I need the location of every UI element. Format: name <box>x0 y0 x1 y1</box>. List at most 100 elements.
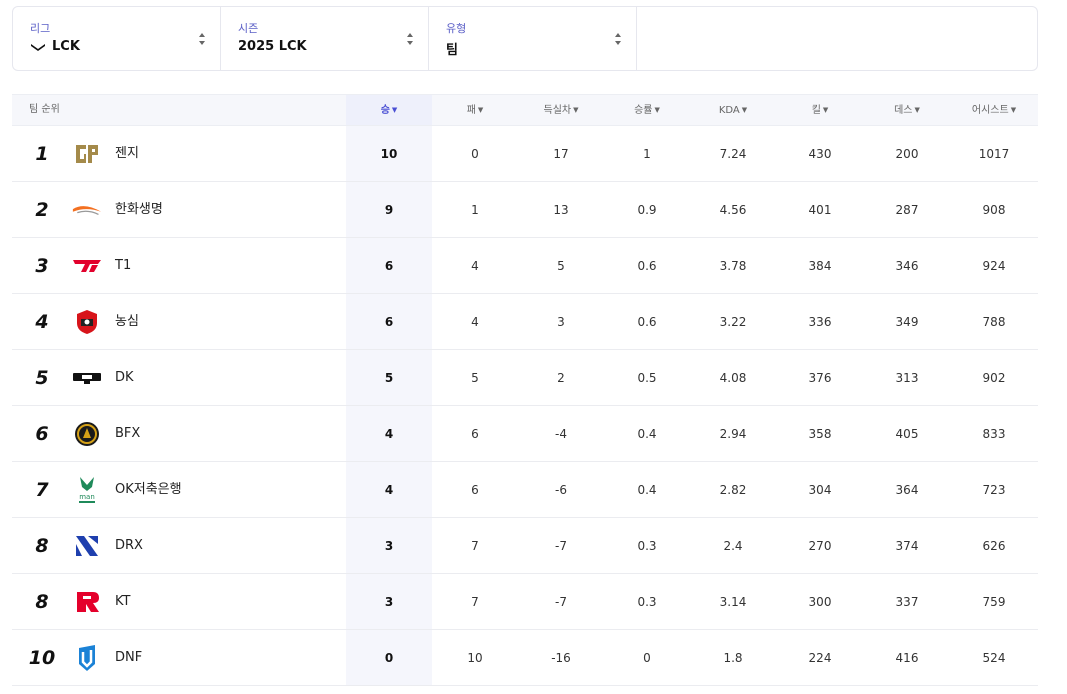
cell-diff: 2 <box>557 371 565 385</box>
cell-deaths: 346 <box>895 259 919 273</box>
team-logo-geng-icon <box>72 126 102 182</box>
table-row[interactable]: 4 농심 6 4 3 0.6 3.22 336 349 788 <box>12 294 1038 350</box>
cell-loss: 6 <box>471 427 479 441</box>
rank-number: 1 <box>35 143 49 165</box>
cell-winrate: 1 <box>643 147 651 161</box>
column-label: KDA <box>718 105 740 116</box>
cell-deaths: 313 <box>895 371 919 385</box>
table-row[interactable]: 8 KT 3 7 -7 0.3 3.14 300 337 759 <box>12 574 1038 630</box>
team-name[interactable]: DNF <box>115 630 142 686</box>
team-name[interactable]: T1 <box>115 238 131 294</box>
table-row[interactable]: 7 man OK저축은행 4 6 -6 0.4 2.82 304 364 723 <box>12 462 1038 518</box>
league-value-text: LCK <box>52 39 80 54</box>
cell-winrate: 0.6 <box>637 315 657 329</box>
table-row[interactable]: 5 DK 5 5 2 0.5 4.08 376 313 902 <box>12 350 1038 406</box>
table-row[interactable]: 3 T1 6 4 5 0.6 3.78 384 346 924 <box>12 238 1038 294</box>
cell-win: 3 <box>384 595 394 609</box>
cell-kda: 3.14 <box>719 595 747 609</box>
cell-deaths: 405 <box>895 427 919 441</box>
cell-win: 6 <box>384 259 394 273</box>
cell-kills: 376 <box>808 371 832 385</box>
rank-number: 8 <box>35 535 49 557</box>
team-name[interactable]: OK저축은행 <box>115 462 182 518</box>
team-name[interactable]: KT <box>115 574 130 630</box>
cell-deaths: 287 <box>895 203 919 217</box>
cell-kills: 384 <box>808 259 832 273</box>
cell-kills: 358 <box>808 427 832 441</box>
cell-win: 3 <box>384 539 394 553</box>
column-header-deaths[interactable]: 데스 ▼ <box>864 95 950 125</box>
team-name[interactable]: DRX <box>115 518 143 574</box>
cell-assists: 902 <box>982 371 1006 385</box>
cell-winrate: 0.3 <box>637 539 657 553</box>
filter-bar: 리그 LCK 시즌 2025 LCK 유형 팀 <box>12 6 1038 71</box>
cell-kills: 270 <box>808 539 832 553</box>
cell-diff: -7 <box>555 595 567 609</box>
column-header-kills[interactable]: 킬 ▼ <box>776 95 864 125</box>
cell-diff: -4 <box>555 427 567 441</box>
cell-winrate: 0 <box>643 651 651 665</box>
column-header-diff[interactable]: 득실차 ▼ <box>518 95 604 125</box>
team-logo-t1-icon <box>72 238 102 294</box>
table-row[interactable]: 10 DNF 0 10 -16 0 1.8 224 416 524 <box>12 630 1038 686</box>
cell-winrate: 0.6 <box>637 259 657 273</box>
rank-number: 3 <box>35 255 49 277</box>
cell-winrate: 0.5 <box>637 371 657 385</box>
team-name[interactable]: 한화생명 <box>115 182 163 238</box>
team-logo-dk-icon <box>72 350 102 406</box>
season-label: 시즌 <box>238 22 259 35</box>
sort-caret-icon: ▼ <box>573 106 579 114</box>
cell-assists: 788 <box>982 315 1006 329</box>
cell-assists: 759 <box>982 595 1006 609</box>
rank-number: 7 <box>35 479 49 501</box>
cell-kills: 401 <box>808 203 832 217</box>
table-row[interactable]: 8 DRX 3 7 -7 0.3 2.4 270 374 626 <box>12 518 1038 574</box>
column-label: 패 <box>466 105 476 116</box>
cell-kills: 224 <box>808 651 832 665</box>
team-logo-ns-icon <box>72 294 102 350</box>
cell-kills: 430 <box>808 147 832 161</box>
sort-caret-icon: ▼ <box>391 106 398 114</box>
team-name[interactable]: BFX <box>115 406 140 462</box>
column-header-loss[interactable]: 패 ▼ <box>432 95 518 125</box>
cell-loss: 4 <box>471 259 479 273</box>
sort-caret-icon: ▼ <box>477 106 484 114</box>
table-body: 1 젠지 10 0 17 1 7.24 430 200 1017 2 한화생명 9 1 13 0.9 4.56 4… <box>12 126 1038 686</box>
rank-header: 팀 순위 <box>29 104 60 115</box>
table-row[interactable]: 1 젠지 10 0 17 1 7.24 430 200 1017 <box>12 126 1038 182</box>
type-label: 유형 <box>446 22 467 35</box>
rank-number: 2 <box>35 199 49 221</box>
season-select[interactable]: 시즌 2025 LCK <box>221 7 429 70</box>
league-value: LCK <box>30 39 80 54</box>
team-logo-kt-icon <box>72 574 102 630</box>
cell-winrate: 0.4 <box>637 427 657 441</box>
type-select[interactable]: 유형 팀 <box>429 7 637 70</box>
cell-assists: 908 <box>982 203 1006 217</box>
sort-updown-icon <box>407 33 413 45</box>
cell-assists: 626 <box>982 539 1006 553</box>
cell-deaths: 416 <box>895 651 919 665</box>
league-select[interactable]: 리그 LCK <box>13 7 221 70</box>
team-name[interactable]: 젠지 <box>115 126 139 182</box>
type-value: 팀 <box>446 43 458 58</box>
column-label: 데스 <box>894 105 913 116</box>
table-row[interactable]: 6 BFX 4 6 -4 0.4 2.94 358 405 833 <box>12 406 1038 462</box>
column-header-kda[interactable]: KDA ▼ <box>690 95 776 125</box>
column-header-winrate[interactable]: 승률 ▼ <box>604 95 690 125</box>
team-logo-hle-icon <box>72 182 102 238</box>
column-header-win[interactable]: 승 ▼ <box>346 95 432 125</box>
cell-deaths: 364 <box>895 483 919 497</box>
team-name[interactable]: 농심 <box>115 294 139 350</box>
table-row[interactable]: 2 한화생명 9 1 13 0.9 4.56 401 287 908 <box>12 182 1038 238</box>
cell-deaths: 200 <box>895 147 919 161</box>
table-header: 팀 순위 승 ▼ 패 ▼ 득실차 ▼ 승률 ▼ KDA ▼ 킬 ▼ 데스 ▼ 어시스트 ▼ <box>12 94 1038 126</box>
cell-kda: 2.4 <box>723 539 743 553</box>
team-logo-bro-icon: man <box>72 462 102 518</box>
cell-deaths: 374 <box>895 539 919 553</box>
column-header-assists[interactable]: 어시스트 ▼ <box>950 95 1038 125</box>
cell-kda: 4.08 <box>719 371 747 385</box>
column-label: 승 <box>380 105 390 116</box>
cell-kills: 336 <box>808 315 832 329</box>
team-name[interactable]: DK <box>115 350 134 406</box>
cell-loss: 5 <box>471 371 479 385</box>
